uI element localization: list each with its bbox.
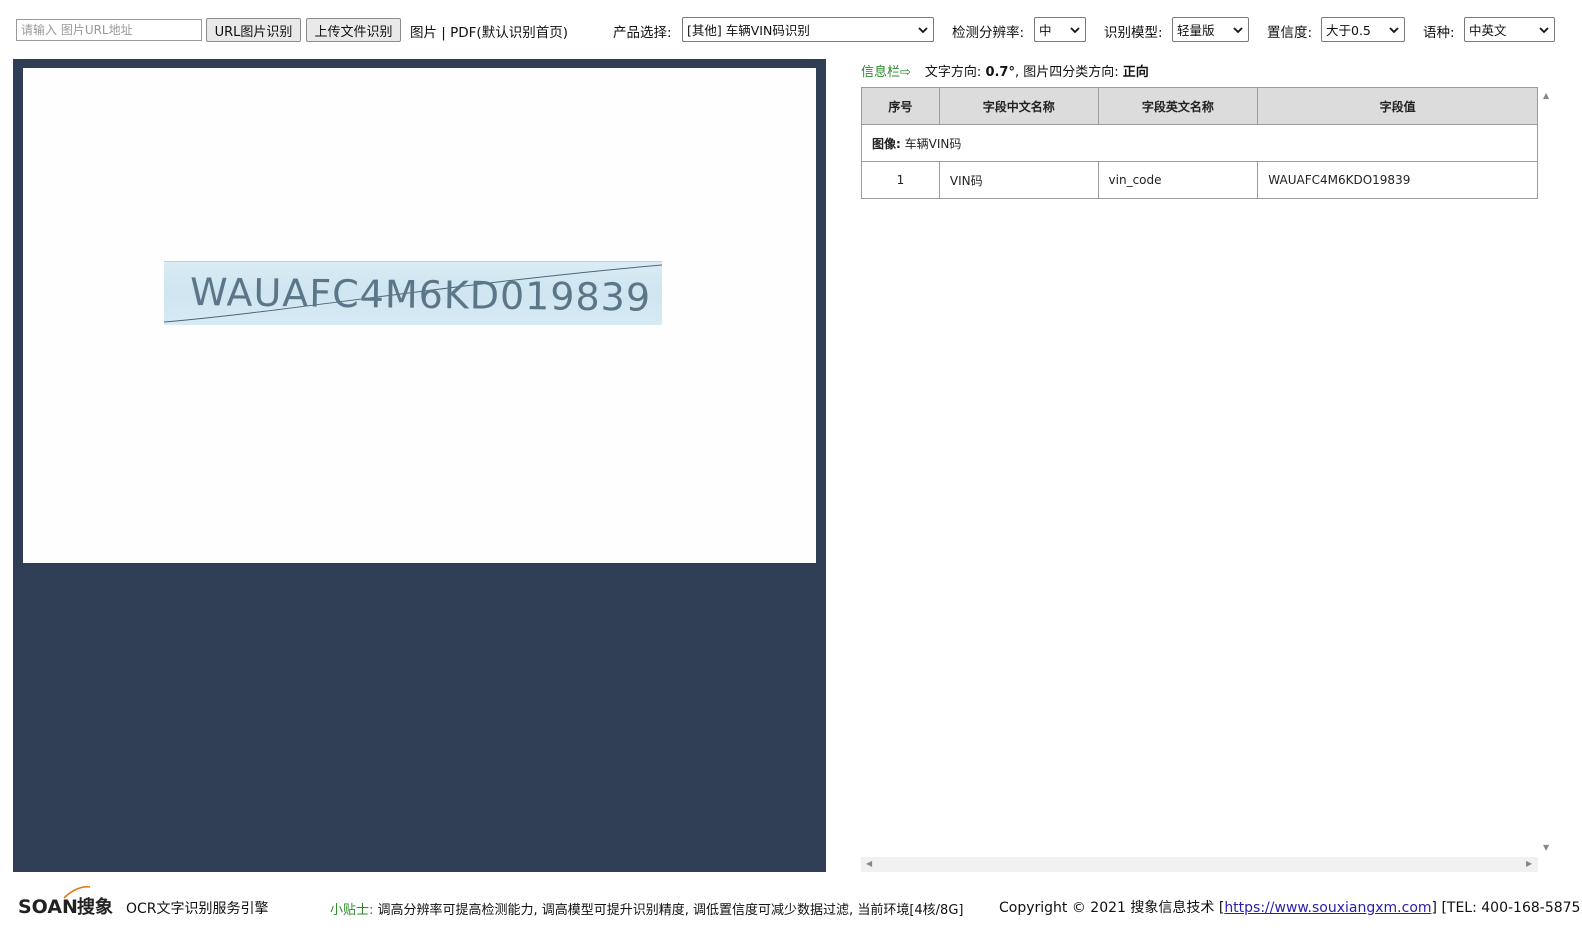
header-name-en: 字段英文名称 [1097, 87, 1259, 125]
chevron-down-icon [1539, 26, 1549, 33]
quad-value: 正向 [1122, 64, 1149, 80]
chevron-down-icon [1070, 26, 1080, 33]
website-link[interactable]: https://www.souxiangxm.com [1224, 900, 1431, 916]
group-cell: 图像: 车辆VIN码 [861, 124, 1538, 162]
url-recognize-button[interactable]: URL图片识别 [206, 18, 301, 42]
upload-file-button[interactable]: 上传文件识别 [306, 18, 401, 42]
product-select[interactable]: [其他] 车辆VIN码识别 [682, 17, 934, 42]
group-value: 车辆VIN码 [904, 136, 962, 151]
image-preview-panel: WAUAFC4M6KD019839 [13, 59, 826, 872]
copyright: Copyright © 2021 搜象信息技术 [https://www.sou… [999, 897, 1582, 917]
chevron-down-icon [1233, 26, 1243, 33]
vertical-scrollbar[interactable]: ▲ ▼ [1540, 87, 1553, 857]
language-select-value: 中英文 [1469, 23, 1507, 38]
scroll-left-icon[interactable]: ◀ [866, 859, 872, 868]
url-input[interactable] [16, 19, 202, 41]
soan-logo: SOAN 搜象 [18, 885, 113, 918]
scroll-down-icon[interactable]: ▼ [1543, 843, 1549, 852]
resolution-label: 检测分辨率: [952, 25, 1025, 41]
direction-value: 0.7° [985, 64, 1015, 80]
vin-image: WAUAFC4M6KD019839 [164, 261, 662, 325]
header-value: 字段值 [1257, 87, 1538, 125]
result-panel[interactable]: 序号 字段中文名称 字段英文名称 字段值 图像: 车辆VIN码 1 VIN码 v… [861, 87, 1553, 872]
result-table: 序号 字段中文名称 字段英文名称 字段值 图像: 车辆VIN码 1 VIN码 v… [861, 87, 1538, 199]
model-select[interactable]: 轻量版 [1172, 17, 1249, 42]
resolution-select[interactable]: 中 [1034, 17, 1086, 42]
chevron-down-icon [918, 26, 928, 33]
scroll-right-icon[interactable]: ▶ [1526, 859, 1532, 868]
svg-text:搜象: 搜象 [77, 896, 113, 918]
confidence-select-value: 大于0.5 [1326, 23, 1371, 38]
product-label: 产品选择: [613, 25, 672, 41]
direction-label: 文字方向: [924, 64, 982, 80]
tip-label: 小贴士: [330, 903, 374, 918]
direction-info: 文字方向: 0.7°, 图片四分类方向: 正向 [924, 64, 1149, 80]
copyright-suffix: ] [TEL: 400-168-5875] [1431, 900, 1582, 916]
model-label: 识别模型: [1104, 25, 1163, 41]
table-group-row: 图像: 车辆VIN码 [861, 124, 1538, 162]
tips-text: 小贴士: 调高分辨率可提高检测能力, 调高模型可提升识别精度, 调低置信度可减少… [330, 899, 963, 918]
svg-text:SOAN: SOAN [18, 896, 78, 918]
header-index: 序号 [861, 87, 940, 125]
filetype-hint: 图片 | PDF(默认识别首页) [410, 25, 568, 41]
cell-index: 1 [861, 161, 940, 199]
table-row: 1 VIN码 vin_code WAUAFC4M6KDO19839 [861, 161, 1538, 199]
info-bar: 信息栏⇨ 文字方向: 0.7°, 图片四分类方向: 正向 [861, 60, 1149, 80]
image-preview-canvas: WAUAFC4M6KD019839 [23, 68, 816, 563]
language-label: 语种: [1423, 25, 1455, 41]
language-select[interactable]: 中英文 [1464, 17, 1555, 42]
header-name-cn: 字段中文名称 [938, 87, 1099, 125]
tip-content: 调高分辨率可提高检测能力, 调高模型可提升识别精度, 调低置信度可减少数据过滤,… [377, 903, 964, 918]
horizontal-scrollbar[interactable]: ◀ ▶ [861, 857, 1538, 872]
scroll-up-icon[interactable]: ▲ [1543, 91, 1549, 100]
copyright-prefix: Copyright © 2021 搜象信息技术 [ [999, 900, 1225, 916]
cell-name-cn: VIN码 [938, 161, 1099, 199]
confidence-select[interactable]: 大于0.5 [1321, 17, 1405, 42]
top-toolbar: URL图片识别 上传文件识别 图片 | PDF(默认识别首页) 产品选择: [其… [0, 0, 1582, 58]
product-select-value: [其他] 车辆VIN码识别 [687, 23, 810, 38]
cell-value: WAUAFC4M6KDO19839 [1257, 161, 1538, 199]
cell-name-en: vin_code [1097, 161, 1259, 199]
info-title: 信息栏⇨ [861, 64, 911, 80]
chevron-down-icon [1389, 26, 1399, 33]
footer: SOAN 搜象 OCR文字识别服务引擎 小贴士: 调高分辨率可提高检测能力, 调… [0, 880, 1582, 930]
model-select-value: 轻量版 [1177, 23, 1215, 38]
engine-text: OCR文字识别服务引擎 [126, 901, 269, 917]
vin-image-text: WAUAFC4M6KD019839 [189, 270, 652, 320]
confidence-label: 置信度: [1267, 25, 1313, 41]
quad-label: 图片四分类方向: [1023, 64, 1119, 80]
table-header-row: 序号 字段中文名称 字段英文名称 字段值 [861, 87, 1538, 125]
group-label: 图像: [872, 136, 901, 151]
resolution-select-value: 中 [1039, 23, 1052, 38]
